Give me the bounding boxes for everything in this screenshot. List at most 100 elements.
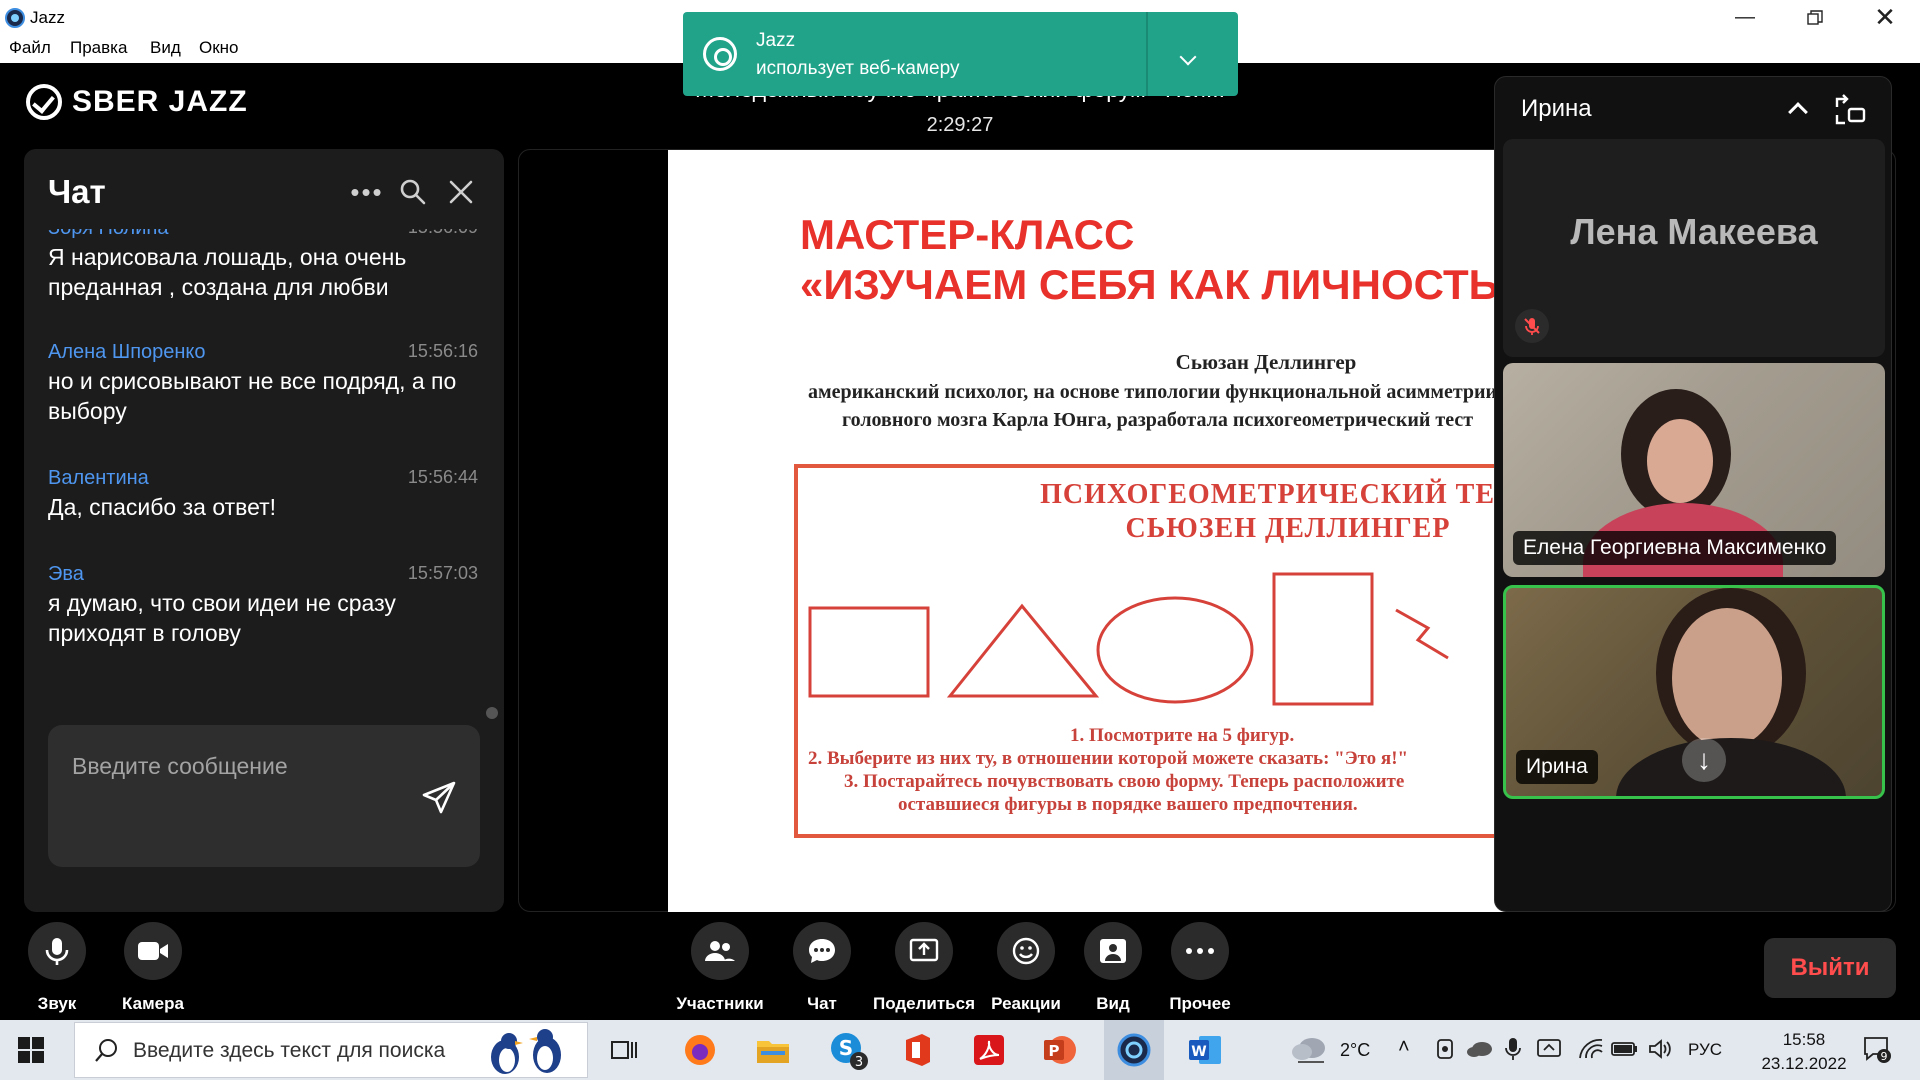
smile-icon [997, 922, 1055, 980]
message-text: Я нарисовала лошадь, она очень преданная… [48, 244, 407, 300]
svg-text:P: P [1049, 1042, 1060, 1060]
participant-name: Лена Макеева [1570, 211, 1818, 252]
swap-layout-icon[interactable] [1833, 93, 1867, 127]
arrow-down-icon[interactable]: ↓ [1682, 738, 1726, 782]
participant-label: Елена Георгиевна Максименко [1513, 531, 1837, 565]
triangle-shape [946, 603, 1100, 698]
chat-message: Валентина 15:56:44 Да, спасибо за ответ! [48, 467, 478, 522]
message-time: 15:57:03 [407, 563, 478, 583]
participants-panel: Ирина Лена Макеева Елена Георгиевна Макс… [1494, 76, 1892, 912]
chevron-up-icon[interactable]: ˄ [1398, 1036, 1410, 1059]
minimize-button[interactable]: — [1710, 0, 1780, 35]
view-layout-icon [1084, 922, 1142, 980]
participant-video [1616, 738, 1846, 796]
penguins-doodle-icon [491, 1029, 561, 1074]
cloud-icon[interactable] [1466, 1040, 1494, 1058]
office-icon[interactable] [896, 1028, 940, 1072]
display-tray-icon[interactable] [1536, 1038, 1562, 1060]
more-icon[interactable]: ••• [350, 175, 384, 209]
svg-text:S: S [839, 1036, 853, 1060]
notification-divider [1146, 12, 1148, 96]
message-time: 15:56:16 [407, 341, 478, 361]
participant-tile[interactable]: Лена Макеева [1503, 139, 1885, 357]
message-text: но и срисовывают не все подряд, а по выб… [48, 368, 457, 424]
jazz-taskbar-icon[interactable] [1112, 1028, 1156, 1072]
sber-jazz-logo: SBER JAZZ [26, 84, 248, 120]
taskbar-search-input[interactable]: Введите здесь текст для поиска [74, 1022, 588, 1078]
more-button[interactable]: Прочее [1140, 922, 1260, 1014]
restore-button[interactable] [1780, 0, 1850, 35]
share-screen-icon [895, 922, 953, 980]
message-input[interactable]: Введите сообщение [48, 725, 480, 867]
task-view-icon[interactable] [602, 1028, 646, 1072]
camera-tray-icon[interactable] [1434, 1038, 1456, 1060]
menu-window[interactable]: Окно [199, 38, 239, 58]
camera-icon [124, 922, 182, 980]
skype-icon[interactable]: S3 [826, 1028, 870, 1072]
chat-messages: Зоря Полина 15:56:09 Я нарисовала лошадь… [24, 229, 504, 769]
slide-description: американский психолог, на основе типолог… [808, 381, 1498, 431]
webcam-icon [703, 37, 737, 71]
chevron-up-icon[interactable] [1788, 102, 1808, 122]
message-input-placeholder: Введите сообщение [72, 753, 288, 779]
people-icon [691, 922, 749, 980]
jazz-app-icon [5, 8, 25, 28]
notifications-icon[interactable]: 9 [1862, 1034, 1892, 1064]
powerpoint-icon[interactable]: P [1038, 1028, 1082, 1072]
close-window-button[interactable]: ✕ [1850, 0, 1920, 35]
message-time: 15:56:09 [408, 229, 478, 238]
sber-logo-icon [26, 84, 62, 120]
menu-file[interactable]: Файл [9, 38, 51, 58]
chat-bubble-icon [793, 922, 851, 980]
firefox-icon[interactable] [678, 1028, 722, 1072]
window-title: Jazz [30, 8, 65, 27]
chat-scrollbar[interactable] [486, 707, 498, 719]
more-dots-icon [1171, 922, 1229, 980]
microphone-icon [28, 922, 86, 980]
acrobat-icon[interactable] [967, 1028, 1011, 1072]
participant-tile[interactable]: Елена Георгиевна Максименко [1503, 363, 1885, 577]
message-text: Да, спасибо за ответ! [48, 494, 277, 520]
participant-label: Ирина [1516, 750, 1598, 784]
search-icon[interactable] [396, 175, 430, 209]
zigzag-shape [1395, 608, 1449, 660]
weather-cloud-icon[interactable] [1290, 1034, 1330, 1066]
battery-icon[interactable] [1610, 1040, 1638, 1058]
restore-icon [1807, 9, 1823, 25]
input-language[interactable]: РУС [1688, 1040, 1722, 1060]
chat-message: Алена Шпоренко 15:56:16 но и срисовывают… [48, 341, 478, 426]
chat-message: Зоря Полина 15:56:09 Я нарисовала лошадь… [48, 229, 478, 302]
windows-start-icon[interactable] [18, 1037, 44, 1063]
taskbar: Введите здесь текст для поиска S3 P W 2°… [0, 1020, 1920, 1080]
slide-title: МАСТЕР-КЛАСС «ИЗУЧАЕМ СЕБЯ КАК ЛИЧНОСТЬ» [800, 211, 1523, 308]
system-clock[interactable]: 15:58 23.12.2022 [1754, 1028, 1854, 1076]
test-instructions: 1. Посмотрите на 5 фигур. 2. Выберите из… [808, 725, 1409, 815]
participant-video [1647, 419, 1713, 503]
chat-title: Чат [48, 173, 106, 210]
send-icon[interactable] [420, 777, 460, 817]
search-placeholder: Введите здесь текст для поиска [133, 1039, 446, 1062]
chat-panel: Чат ••• Зоря Полина 15:56:09 Я нарисовал… [24, 149, 504, 912]
volume-icon[interactable] [1648, 1038, 1672, 1060]
word-icon[interactable]: W [1183, 1028, 1227, 1072]
microphone-tray-icon[interactable] [1504, 1036, 1522, 1062]
active-speaker-name: Ирина [1521, 95, 1592, 122]
menu-view[interactable]: Вид [150, 38, 181, 58]
message-time: 15:56:44 [407, 467, 478, 487]
exit-button[interactable]: Выйти [1764, 938, 1896, 998]
camera-button[interactable]: Камера [93, 922, 213, 1014]
participant-tile-active[interactable]: ↓ Ирина [1503, 585, 1885, 799]
close-icon[interactable] [444, 175, 478, 209]
weather-temperature[interactable]: 2°C [1340, 1040, 1370, 1061]
menu-edit[interactable]: Правка [70, 38, 127, 58]
notifications-count: 9 [1881, 1050, 1888, 1063]
chevron-down-icon[interactable] [1173, 42, 1203, 72]
mic-muted-icon [1515, 309, 1549, 343]
participant-video [1672, 608, 1782, 748]
wifi-icon[interactable] [1578, 1038, 1604, 1060]
svg-text:W: W [1191, 1044, 1206, 1060]
notification-app: Jazz [756, 30, 796, 51]
webcam-notification[interactable]: Jazz использует веб-камеру [683, 12, 1238, 96]
square-shape [808, 606, 930, 698]
file-explorer-icon[interactable] [751, 1028, 795, 1072]
